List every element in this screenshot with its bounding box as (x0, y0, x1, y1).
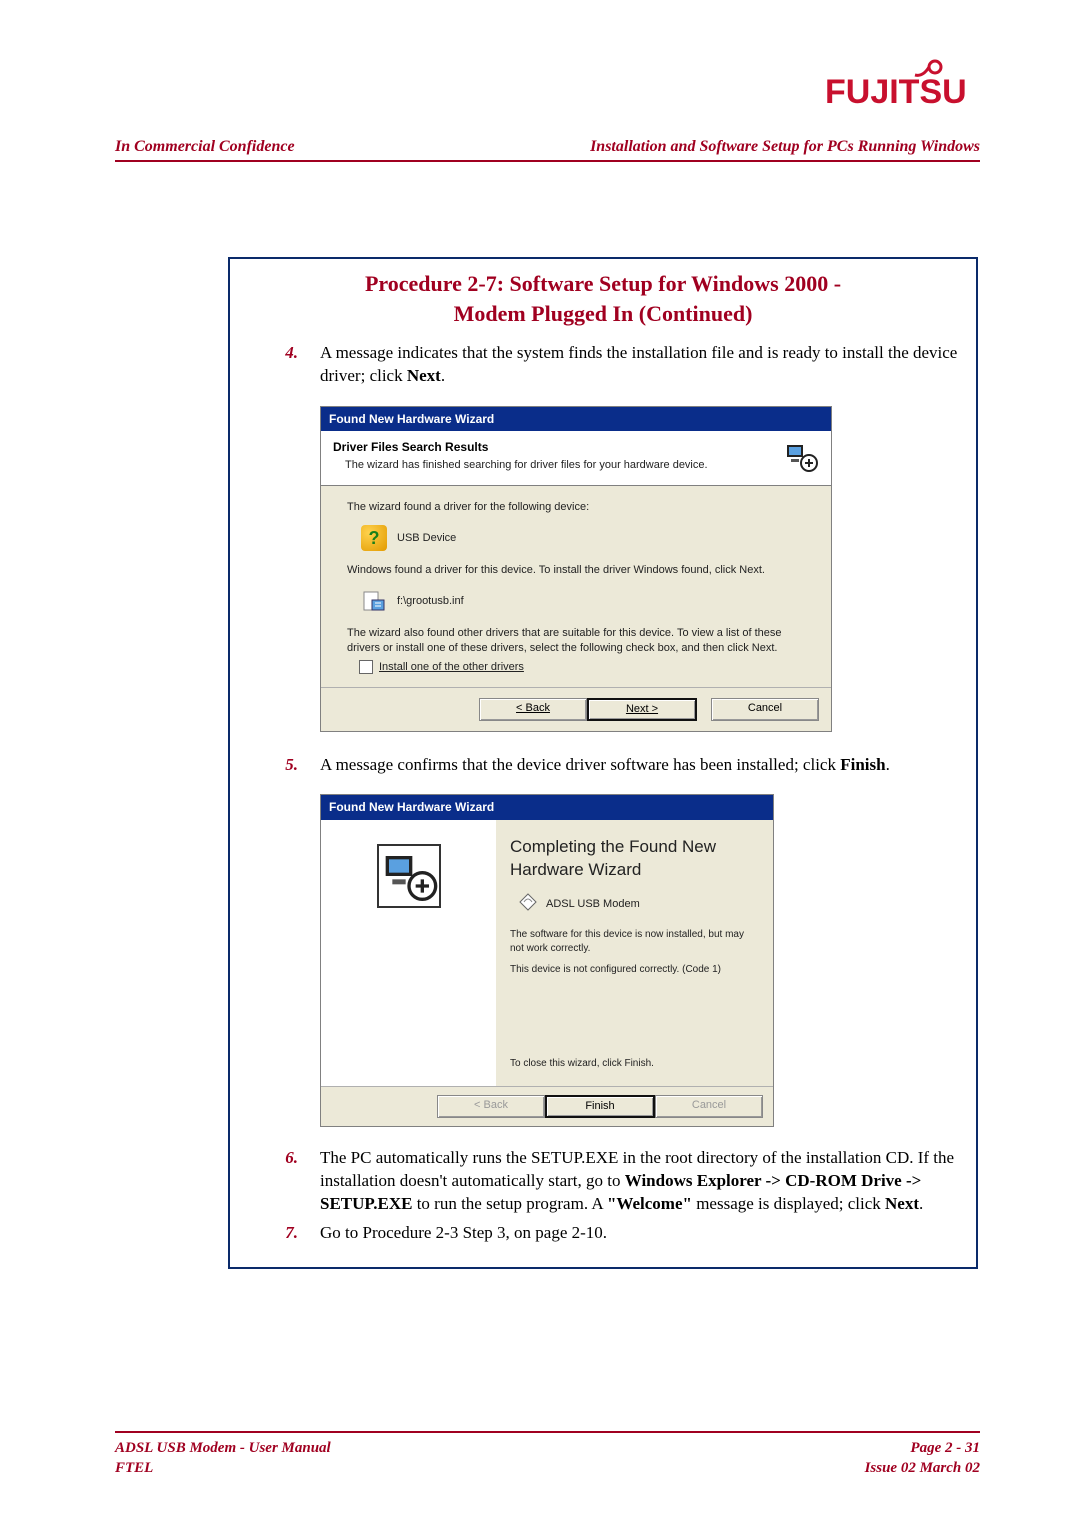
step-6-text-b: to run the setup program. A (412, 1194, 607, 1213)
page-footer: ADSL USB Modem - User Manual FTEL Page 2… (115, 1438, 980, 1479)
wizard2-device: ADSL USB Modem (546, 897, 640, 912)
footer-ftel: FTEL (115, 1458, 331, 1478)
step-5: 5. A message confirms that the device dr… (248, 754, 958, 1128)
step-5-body: A message confirms that the device drive… (320, 754, 958, 1128)
hardware-icon (377, 844, 441, 908)
procedure-title-line2: Modem Plugged In (Continued) (454, 301, 753, 326)
header-right: Installation and Software Setup for PCs … (590, 138, 980, 156)
wizard2-back-button: < Back (437, 1095, 545, 1118)
modem-device-icon (518, 892, 538, 917)
procedure-title-line1: Procedure 2-7: Software Setup for Window… (365, 271, 841, 296)
step-6-welcome: "Welcome" (607, 1194, 692, 1213)
svg-text:FUJITSU: FUJITSU (825, 73, 967, 111)
footer-manual: ADSL USB Modem - User Manual (115, 1438, 331, 1458)
wizard1-line3: The wizard also found other drivers that… (347, 626, 809, 656)
step-6: 6. The PC automatically runs the SETUP.E… (248, 1147, 958, 1216)
wizard2-msg2: This device is not configured correctly.… (510, 963, 759, 977)
wizard2-close: To close this wizard, click Finish. (510, 1057, 759, 1071)
step-5-finish: Finish (840, 755, 885, 774)
step-6-body: The PC automatically runs the SETUP.EXE … (320, 1147, 958, 1216)
step-4: 4. A message indicates that the system f… (248, 342, 958, 731)
wizard1-cancel-button[interactable]: Cancel (711, 698, 819, 721)
step-5-text-a: A message confirms that the device drive… (320, 755, 840, 774)
header-rule (115, 160, 980, 162)
footer-issue: Issue 02 March 02 (865, 1458, 980, 1478)
step-7-number: 7. (248, 1222, 320, 1245)
install-other-label: Install one of the other drivers (379, 660, 524, 675)
question-device-icon: ? (361, 525, 387, 551)
wizard2-cancel-button: Cancel (655, 1095, 763, 1118)
wizard2-msg1: The software for this device is now inst… (510, 928, 759, 955)
inf-file-icon (361, 588, 387, 614)
wizard1-device: USB Device (397, 531, 456, 546)
wizard2-titlebar: Found New Hardware Wizard (321, 795, 773, 819)
page-header: In Commercial Confidence Installation an… (115, 138, 980, 156)
header-left: In Commercial Confidence (115, 138, 295, 156)
wizard1-next-button[interactable]: Next > (587, 698, 697, 721)
step-6-next: Next (885, 1194, 919, 1213)
wizard1-subheading: The wizard has finished searching for dr… (345, 458, 708, 473)
step-4-text-c: . (441, 366, 445, 385)
step-7: 7. Go to Procedure 2-3 Step 3, on page 2… (248, 1222, 958, 1245)
wizard1-line1: The wizard found a driver for the follow… (347, 500, 809, 515)
wizard1-heading: Driver Files Search Results (333, 439, 708, 455)
wizard1-line2: Windows found a driver for this device. … (347, 563, 809, 578)
wizard1-titlebar: Found New Hardware Wizard (321, 407, 831, 431)
wizard-completed: Found New Hardware Wizard Completing the… (320, 794, 774, 1127)
step-5-number: 5. (248, 754, 320, 1128)
footer-rule (115, 1431, 980, 1433)
wizard1-back-button[interactable]: < Back (479, 698, 587, 721)
step-4-next: Next (407, 366, 441, 385)
step-6-number: 6. (248, 1147, 320, 1216)
wizard2-heading: Completing the Found New Hardware Wizard (510, 836, 759, 882)
hardware-icon (783, 439, 819, 475)
step-7-body: Go to Procedure 2-3 Step 3, on page 2-10… (320, 1222, 958, 1245)
install-other-checkbox[interactable] (359, 660, 373, 674)
step-6-text-d: . (919, 1194, 923, 1213)
wizard1-file: f:\grootusb.inf (397, 594, 464, 609)
step-6-text-c: message is displayed; click (692, 1194, 885, 1213)
wizard-driver-search: Found New Hardware Wizard Driver Files S… (320, 406, 832, 731)
step-4-body: A message indicates that the system find… (320, 342, 958, 731)
fujitsu-logo: FUJITSU (825, 58, 980, 113)
procedure-title: Procedure 2-7: Software Setup for Window… (248, 269, 958, 328)
footer-page: Page 2 - 31 (865, 1438, 980, 1458)
wizard2-finish-button[interactable]: Finish (545, 1095, 655, 1118)
procedure-box: Procedure 2-7: Software Setup for Window… (228, 257, 978, 1269)
step-4-number: 4. (248, 342, 320, 731)
step-5-text-c: . (886, 755, 890, 774)
